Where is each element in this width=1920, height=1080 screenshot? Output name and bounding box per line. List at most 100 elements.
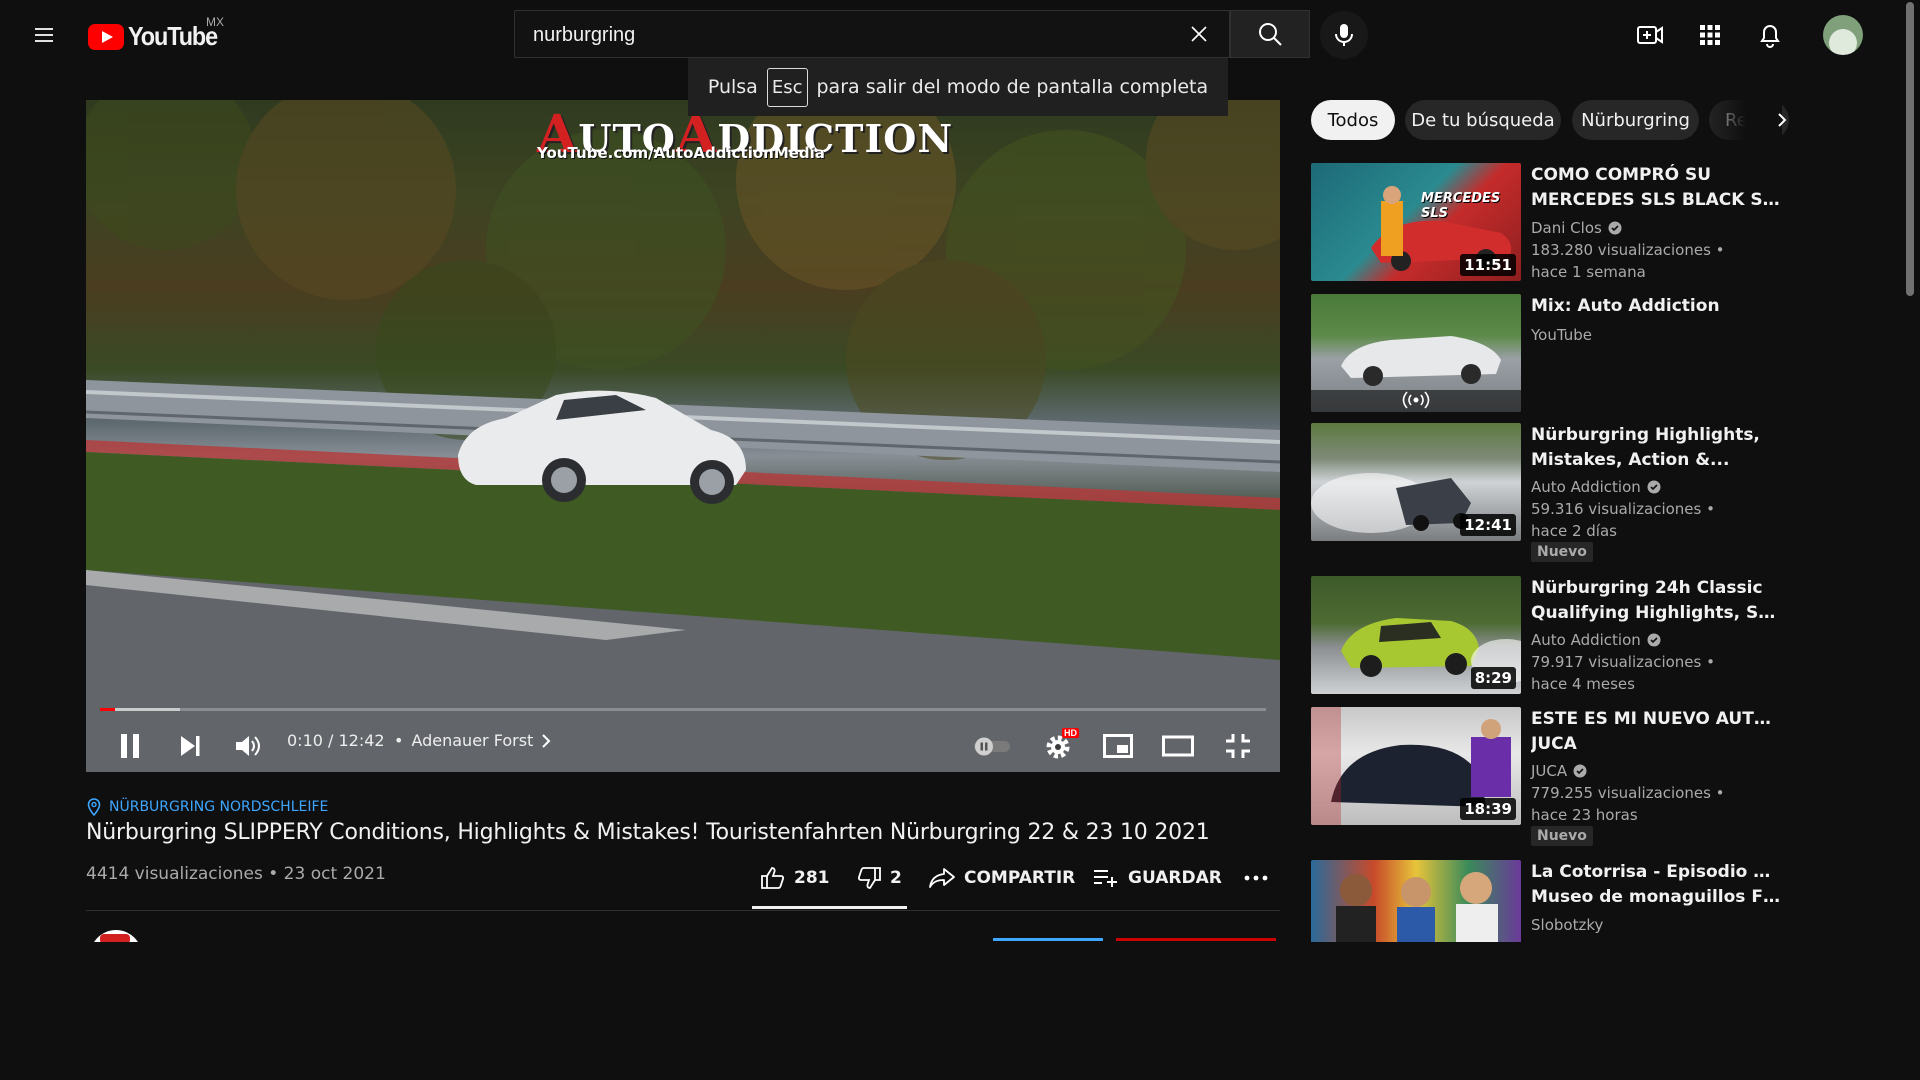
- new-badge: Nuevo: [1531, 826, 1593, 846]
- country-code: MX: [206, 15, 224, 29]
- share-icon: [929, 868, 955, 888]
- rec-title: Nürburgring Highlights, Mistakes, Action …: [1531, 425, 1760, 470]
- progress-bar[interactable]: [100, 708, 1266, 711]
- rec-channel[interactable]: Dani Clos: [1531, 219, 1622, 237]
- autoplay-toggle[interactable]: [970, 730, 1014, 762]
- channel-name: Slobotzky: [1531, 916, 1604, 934]
- location-link[interactable]: NÜRBURGRING NORDSCHLEIFE: [86, 798, 328, 816]
- time-display: 0:10 / 12:42: [287, 731, 385, 750]
- rec-channel[interactable]: Auto Addiction: [1531, 631, 1661, 649]
- video-thumbnail[interactable]: MERCEDES SLS 11:51: [1311, 163, 1521, 281]
- miniplayer-button[interactable]: [1096, 724, 1140, 768]
- youtube-play-icon: [88, 23, 124, 50]
- chip-from-search[interactable]: De tu búsqueda: [1405, 100, 1561, 140]
- subscribe-button[interactable]: [1116, 938, 1276, 941]
- chips-next-button[interactable]: [1760, 98, 1804, 142]
- video-thumbnail[interactable]: 8:29: [1311, 576, 1521, 694]
- scrollbar-thumb[interactable]: [1906, 2, 1914, 296]
- duration-badge: 18:39: [1460, 798, 1516, 820]
- search-button[interactable]: [1230, 10, 1310, 58]
- channel-name: Dani Clos: [1531, 219, 1602, 237]
- volume-button[interactable]: [226, 724, 270, 768]
- recommendation-item[interactable]: MERCEDES SLS 11:51 COMO COMPRÓ SU MERCEDE…: [1311, 163, 1781, 283]
- recommendation-item[interactable]: Mix: Auto Addiction YouTube: [1311, 294, 1781, 414]
- search-input[interactable]: [531, 11, 1155, 59]
- clear-search-icon[interactable]: [1175, 10, 1223, 58]
- create-video-icon[interactable]: [1626, 11, 1674, 59]
- recommendation-item[interactable]: 8:29 Nürburgring 24h Classic Qualifying H…: [1311, 576, 1781, 696]
- more-actions-button[interactable]: [1244, 858, 1276, 898]
- recommendation-item[interactable]: 18:39 ESTE ES MI NUEVO AUTO!! | JUCA JUCA…: [1311, 707, 1781, 847]
- page-scrollbar[interactable]: [1900, 0, 1920, 1080]
- rec-channel[interactable]: Auto Addiction: [1531, 478, 1661, 496]
- rec-title: Nürburgring 24h Classic Qualifying Highli…: [1531, 578, 1781, 623]
- hint-text-after: para salir del modo de pantalla completa: [816, 76, 1209, 98]
- volume-icon: [236, 736, 260, 756]
- channel-name: Auto Addiction: [1531, 478, 1641, 496]
- voice-search-button[interactable]: [1320, 11, 1368, 59]
- thumbs-down-icon: [857, 867, 881, 889]
- rec-views: 183.280 visualizaciones •: [1531, 241, 1725, 259]
- esc-key: Esc: [766, 67, 808, 107]
- rec-title: Mix: Auto Addiction: [1531, 296, 1720, 316]
- chip-all[interactable]: Todos: [1311, 100, 1395, 140]
- channel-name: YouTube: [1531, 326, 1592, 344]
- rec-channel[interactable]: JUCA: [1531, 762, 1587, 780]
- settings-button[interactable]: HD: [1036, 724, 1080, 768]
- video-thumbnail[interactable]: [1311, 294, 1521, 412]
- verified-icon: [1647, 633, 1661, 647]
- fullscreen-exit-button[interactable]: [1216, 724, 1260, 768]
- rec-channel[interactable]: Slobotzky: [1531, 916, 1603, 934]
- channel-name: Auto Addiction: [1531, 631, 1641, 649]
- rec-channel[interactable]: YouTube: [1531, 326, 1592, 344]
- recommendation-item[interactable]: 12:41 Nürburgring Highlights, Mistakes, A…: [1311, 423, 1781, 563]
- rec-views: 59.316 visualizaciones •: [1531, 500, 1715, 518]
- live-mix-icon: [1402, 391, 1430, 409]
- next-button[interactable]: [168, 724, 212, 768]
- more-horizontal-icon: [1244, 875, 1268, 881]
- location-pin-icon: [87, 798, 101, 816]
- rec-views: 79.917 visualizaciones •: [1531, 653, 1715, 671]
- recommendation-item[interactable]: La Cotorrisa - Episodio 135 - Museo de mo…: [1311, 860, 1781, 942]
- join-button[interactable]: [993, 938, 1103, 941]
- pause-button[interactable]: [108, 724, 152, 768]
- like-count: 281: [794, 868, 830, 888]
- chip-nurburgring[interactable]: Nürburgring: [1572, 100, 1699, 140]
- section-divider: [86, 910, 1280, 911]
- like-button[interactable]: 281: [760, 858, 830, 898]
- share-button[interactable]: COMPARTIR: [928, 858, 1075, 898]
- save-label: GUARDAR: [1128, 868, 1222, 888]
- video-thumbnail[interactable]: 12:41: [1311, 423, 1521, 541]
- video-frame-image: [86, 100, 1280, 772]
- thumbnail-art: [1336, 872, 1498, 942]
- search-icon: [1259, 23, 1282, 46]
- chapter-title[interactable]: • Adenauer Forst: [394, 731, 553, 750]
- thumbnail-overlay-text: MERCEDES SLS: [1421, 191, 1501, 221]
- video-player[interactable]: AUTOADDICTION YouTube.com/AutoAddictionM…: [86, 100, 1280, 772]
- theater-mode-button[interactable]: [1156, 724, 1200, 768]
- verified-icon: [1647, 480, 1661, 494]
- bell-icon[interactable]: [1746, 11, 1794, 59]
- menu-icon[interactable]: [20, 11, 68, 59]
- chevron-right-icon: [542, 733, 551, 748]
- dislike-count: 2: [890, 868, 902, 888]
- chapter-separator: •: [394, 731, 404, 750]
- apps-grid-icon[interactable]: [1686, 11, 1734, 59]
- video-thumbnail[interactable]: [1311, 860, 1521, 942]
- rec-age: hace 23 horas: [1531, 806, 1638, 824]
- hint-text-before: Pulsa: [707, 76, 758, 98]
- rec-age: hace 2 días: [1531, 522, 1617, 540]
- save-button[interactable]: GUARDAR: [1092, 858, 1222, 898]
- user-avatar[interactable]: [1823, 15, 1863, 55]
- share-label: COMPARTIR: [964, 868, 1076, 888]
- mic-icon: [1335, 24, 1353, 46]
- verified-icon: [1573, 764, 1587, 778]
- miniplayer-icon: [1103, 734, 1133, 758]
- location-label: NÜRBURGRING NORDSCHLEIFE: [109, 799, 329, 815]
- chevron-right-icon: [1778, 113, 1787, 127]
- page-bottom-area: [0, 942, 1900, 1080]
- duration-badge: 12:41: [1460, 514, 1516, 536]
- video-thumbnail[interactable]: 18:39: [1311, 707, 1521, 825]
- duration-badge: 11:51: [1460, 254, 1516, 276]
- dislike-button[interactable]: 2: [856, 858, 902, 898]
